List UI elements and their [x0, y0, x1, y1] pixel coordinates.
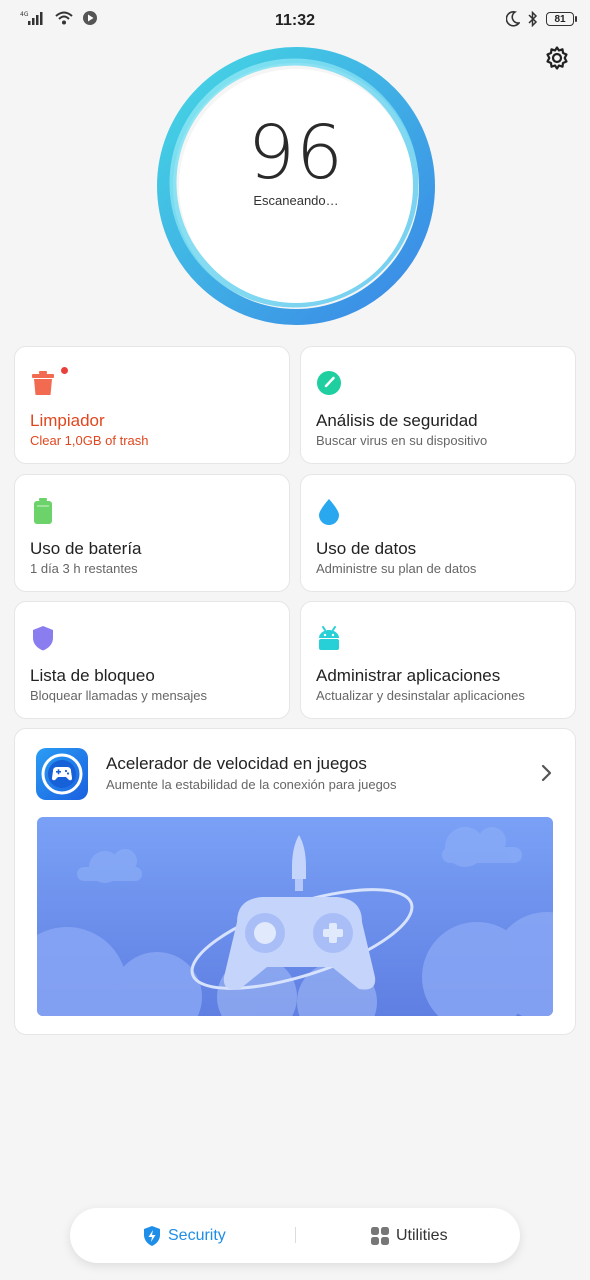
- moon-icon: [506, 11, 520, 27]
- trash-icon: [32, 371, 54, 395]
- notification-dot: [61, 367, 68, 374]
- tab-security[interactable]: Security: [142, 1208, 226, 1263]
- cleaner-card[interactable]: Limpiador Clear 1,0GB of trash: [14, 346, 290, 464]
- card-title: Limpiador: [30, 411, 105, 430]
- card-subtitle: Clear 1,0GB of trash: [30, 433, 149, 448]
- droplet-icon: [319, 499, 339, 525]
- card-subtitle: 1 día 3 h restantes: [30, 561, 138, 576]
- security-score: 96: [247, 110, 345, 196]
- status-bar: 4G 11:32 81: [0, 0, 590, 42]
- game-booster-subtitle: Aumente la estabilidad de la conexión pa…: [106, 777, 397, 792]
- card-title: Análisis de seguridad: [316, 411, 478, 430]
- card-subtitle: Actualizar y desinstalar aplicaciones: [316, 688, 525, 703]
- card-title: Lista de bloqueo: [30, 666, 155, 685]
- game-booster-title: Acelerador de velocidad en juegos: [106, 754, 367, 773]
- divider: [295, 1227, 296, 1243]
- status-right: 81: [506, 11, 577, 27]
- grid-icon: [371, 1226, 389, 1245]
- gear-icon[interactable]: [544, 45, 570, 71]
- gamepad-icon: [36, 748, 88, 800]
- bluetooth-icon: [528, 11, 538, 27]
- tab-label: Utilities: [396, 1226, 448, 1244]
- android-icon: [319, 626, 339, 650]
- battery-icon: 81: [546, 12, 577, 26]
- card-subtitle: Bloquear llamadas y mensajes: [30, 688, 208, 703]
- card-title: Uso de datos: [316, 539, 417, 558]
- card-title: Uso de batería: [30, 539, 142, 558]
- shield-bolt-icon: [144, 1225, 160, 1246]
- clock: 11:32: [274, 12, 316, 29]
- chevron-right-icon[interactable]: [541, 764, 553, 782]
- shield-icon: [33, 626, 53, 651]
- gauge-icon: [317, 371, 341, 395]
- blocklist-card[interactable]: Lista de bloqueo Bloquear llamadas y men…: [14, 601, 290, 719]
- manage-apps-card[interactable]: Administrar aplicaciones Actualizar y de…: [300, 601, 576, 719]
- battery-icon: [34, 498, 52, 524]
- card-subtitle: Administre su plan de datos: [316, 561, 477, 576]
- scan-status: Escaneando…: [253, 193, 339, 208]
- game-booster-banner[interactable]: [37, 817, 553, 1016]
- bottom-navigation: Security Utilities: [70, 1208, 520, 1263]
- data-usage-card[interactable]: Uso de datos Administre su plan de datos: [300, 474, 576, 592]
- card-title: Administrar aplicaciones: [316, 666, 501, 685]
- tab-label: Security: [168, 1226, 226, 1244]
- card-subtitle: Buscar virus en su dispositivo: [316, 433, 488, 448]
- security-scan-card[interactable]: Análisis de seguridad Buscar virus en su…: [300, 346, 576, 464]
- game-booster-card[interactable]: Acelerador de velocidad en juegos Aument…: [14, 728, 576, 1035]
- battery-card[interactable]: Uso de batería 1 día 3 h restantes: [14, 474, 290, 592]
- tab-utilities[interactable]: Utilities: [370, 1208, 448, 1263]
